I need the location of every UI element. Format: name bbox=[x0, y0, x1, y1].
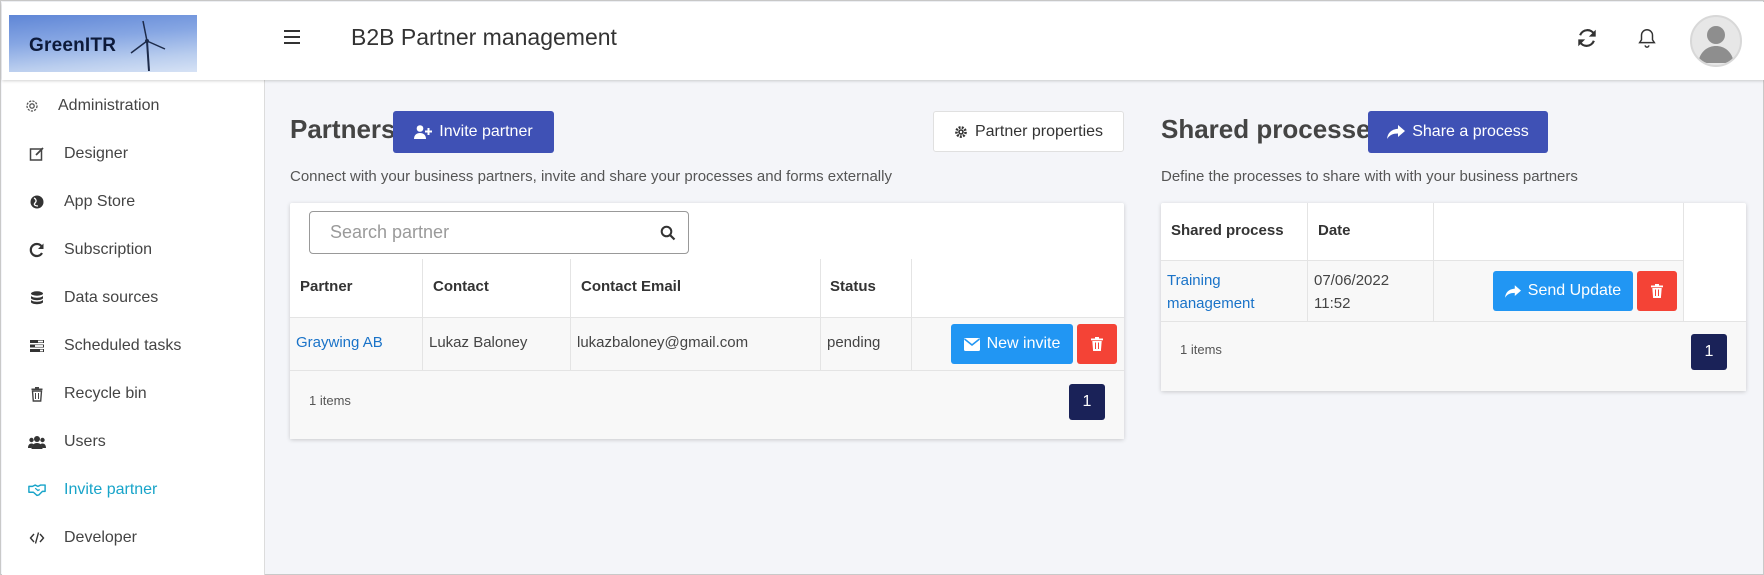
refresh-icon[interactable] bbox=[1576, 26, 1598, 50]
partners-title: Partners bbox=[290, 114, 396, 144]
shared-processes-title: Shared processes bbox=[1161, 114, 1386, 144]
sidebar-item-label: Invite partner bbox=[64, 481, 158, 498]
sidebar-item-data-sources[interactable]: Data sources bbox=[2, 276, 265, 320]
share-process-button[interactable]: Share a process bbox=[1368, 111, 1548, 153]
trash-icon bbox=[28, 385, 46, 403]
logo[interactable]: GreenITR bbox=[9, 15, 197, 72]
column-header-contact: Contact bbox=[433, 278, 489, 295]
partners-description: Connect with your business partners, inv… bbox=[290, 168, 892, 185]
partners-card: Partner Contact Contact Email Status Gra… bbox=[290, 203, 1124, 439]
invite-partner-button[interactable]: Invite partner bbox=[393, 111, 554, 153]
user-icon bbox=[1698, 26, 1734, 63]
column-divider bbox=[1433, 203, 1434, 321]
column-divider bbox=[570, 259, 571, 370]
sidebar-item-label: App Store bbox=[64, 193, 136, 210]
sidebar-item-label: Recycle bin bbox=[64, 385, 147, 402]
column-header-contact-email: Contact Email bbox=[581, 278, 682, 295]
partner-status: pending bbox=[827, 334, 881, 351]
sidebar-item-recycle-bin[interactable]: Recycle bin bbox=[2, 372, 265, 416]
partner-properties-button[interactable]: Partner properties bbox=[933, 111, 1124, 152]
tasks-icon bbox=[28, 337, 46, 355]
column-header-partner: Partner bbox=[300, 278, 353, 295]
app-frame: GreenITR B2B Partner management Administ… bbox=[0, 0, 1764, 575]
handshake-icon bbox=[28, 481, 46, 499]
page-1-button[interactable]: 1 bbox=[1691, 334, 1727, 370]
column-header-date: Date bbox=[1318, 222, 1351, 239]
users-icon bbox=[28, 433, 46, 451]
send-update-button[interactable]: Send Update bbox=[1493, 271, 1633, 311]
shared-process-date: 07/06/2022 11:52 bbox=[1314, 269, 1389, 315]
sidebar-item-scheduled-tasks[interactable]: Scheduled tasks bbox=[2, 324, 265, 368]
sidebar: Administration Designer App Store Subscr… bbox=[2, 80, 265, 575]
user-avatar[interactable] bbox=[1690, 15, 1742, 67]
column-divider bbox=[820, 259, 821, 370]
shared-processes-card: Shared process Date Training management … bbox=[1161, 203, 1746, 391]
shared-process-name-line: Training bbox=[1167, 272, 1221, 289]
sidebar-item-label: Designer bbox=[64, 145, 129, 162]
gear-icon bbox=[23, 97, 41, 115]
database-icon bbox=[28, 289, 46, 307]
invite-partner-label: Invite partner bbox=[439, 123, 533, 140]
delete-shared-process-button[interactable] bbox=[1637, 271, 1677, 311]
sidebar-item-invite-partner[interactable]: Invite partner bbox=[2, 468, 265, 512]
envelope-icon bbox=[963, 337, 980, 351]
shared-date-line: 07/06/2022 bbox=[1314, 272, 1390, 289]
column-header-shared-process: Shared process bbox=[1171, 222, 1284, 239]
share-process-label: Share a process bbox=[1412, 123, 1529, 140]
sidebar-item-administration[interactable]: Administration bbox=[2, 84, 265, 128]
table-footer bbox=[1161, 322, 1746, 391]
gear-icon bbox=[955, 125, 967, 138]
refresh-icon bbox=[28, 241, 46, 259]
items-count: 1 items bbox=[309, 393, 351, 408]
shared-process-name-line: management bbox=[1167, 295, 1255, 312]
trash-icon bbox=[1091, 337, 1103, 351]
sidebar-item-label: Administration bbox=[58, 97, 160, 114]
new-invite-button[interactable]: New invite bbox=[951, 324, 1073, 364]
sidebar-item-label: Users bbox=[64, 433, 106, 450]
share-icon bbox=[1387, 125, 1406, 139]
sidebar-item-developer[interactable]: Developer bbox=[2, 516, 265, 560]
new-invite-label: New invite bbox=[986, 335, 1061, 352]
column-divider bbox=[422, 259, 423, 370]
sidebar-item-label: Data sources bbox=[64, 289, 159, 306]
search-partner-field bbox=[309, 211, 689, 254]
edit-icon bbox=[28, 145, 46, 163]
table-footer bbox=[290, 371, 1124, 439]
column-divider bbox=[1307, 203, 1308, 321]
sidebar-item-label: Subscription bbox=[64, 241, 153, 258]
partner-contact: Lukaz Baloney bbox=[429, 334, 528, 351]
top-header: GreenITR B2B Partner management bbox=[2, 2, 1764, 80]
column-header-status: Status bbox=[830, 278, 876, 295]
shared-time-line: 11:52 bbox=[1314, 295, 1351, 312]
sidebar-item-subscription[interactable]: Subscription bbox=[2, 228, 265, 272]
menu-toggle-icon[interactable] bbox=[284, 30, 300, 44]
bell-icon[interactable] bbox=[1636, 26, 1658, 50]
sidebar-item-app-store[interactable]: App Store bbox=[2, 180, 265, 224]
partner-properties-label: Partner properties bbox=[974, 122, 1104, 140]
globe-icon bbox=[28, 193, 46, 211]
wind-turbine-icon bbox=[130, 20, 166, 71]
sidebar-item-label: Scheduled tasks bbox=[64, 337, 182, 354]
send-update-label: Send Update bbox=[1527, 282, 1622, 299]
partner-email: lukazbaloney@gmail.com bbox=[577, 334, 749, 351]
page-title: B2B Partner management bbox=[351, 24, 617, 50]
delete-partner-button[interactable] bbox=[1077, 324, 1117, 364]
trash-icon bbox=[1651, 284, 1663, 298]
column-divider bbox=[1683, 203, 1684, 321]
page-1-button[interactable]: 1 bbox=[1069, 384, 1105, 420]
user-plus-icon bbox=[414, 125, 433, 139]
search-input[interactable] bbox=[310, 212, 650, 253]
shared-process-link[interactable]: Training management bbox=[1167, 269, 1255, 315]
sidebar-item-users[interactable]: Users bbox=[2, 420, 265, 464]
partner-name-link[interactable]: Graywing AB bbox=[296, 334, 383, 351]
shared-description: Define the processes to share with with … bbox=[1161, 168, 1578, 185]
logo-text: GreenITR bbox=[29, 35, 117, 56]
search-icon[interactable] bbox=[660, 225, 676, 241]
sidebar-item-label: Developer bbox=[64, 529, 137, 546]
sidebar-item-designer[interactable]: Designer bbox=[2, 132, 265, 176]
column-divider bbox=[911, 259, 912, 370]
share-icon bbox=[1504, 284, 1521, 298]
items-count: 1 items bbox=[1180, 342, 1222, 357]
code-icon bbox=[28, 529, 46, 547]
